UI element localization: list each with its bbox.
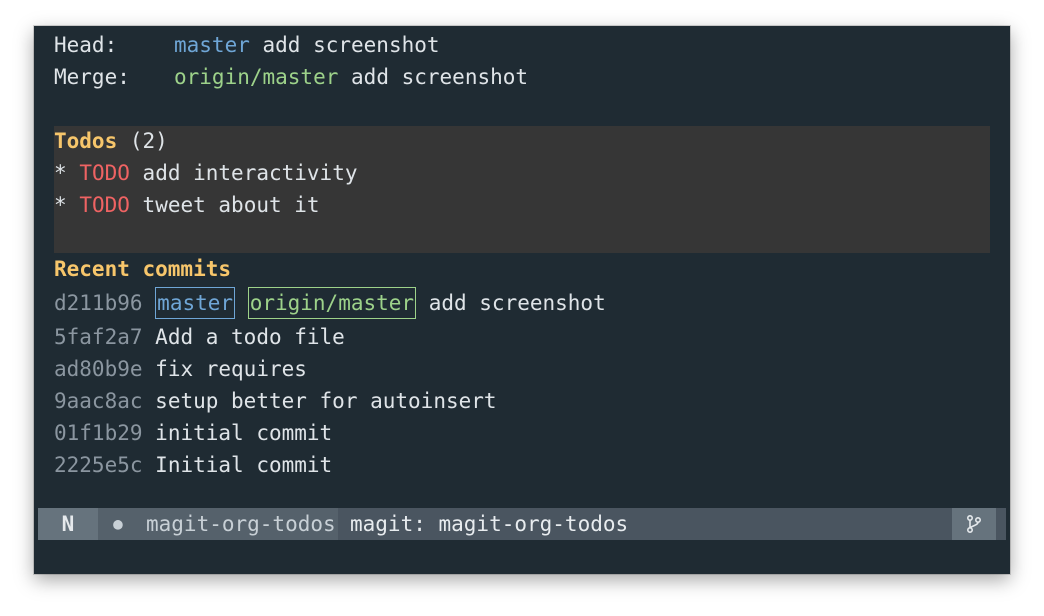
evil-state-indicator: N <box>38 508 98 540</box>
head-message: add screenshot <box>262 33 440 57</box>
mode-line: N ● magit-org-todos magit: magit-org-tod… <box>38 508 1006 540</box>
commit-hash[interactable]: 9aac8ac <box>54 389 143 413</box>
todo-keyword: TODO <box>79 193 130 217</box>
commit-row[interactable]: d211b96 master origin/master add screens… <box>54 287 606 319</box>
todos-title: Todos <box>54 129 118 153</box>
todo-bullet: * <box>54 161 67 185</box>
commit-message: fix requires <box>155 357 307 381</box>
commit-message: setup better for autoinsert <box>155 389 497 413</box>
magit-status-window: Head: master add screenshot Merge: origin/… <box>34 26 1010 574</box>
commit-row[interactable]: ad80b9e fix requires <box>54 353 307 385</box>
commit-message: initial commit <box>155 421 333 445</box>
commits-title: Recent commits <box>54 257 232 281</box>
todo-keyword: TODO <box>79 161 130 185</box>
merge-label: Merge: <box>54 65 130 89</box>
commit-hash[interactable]: 5faf2a7 <box>54 325 143 349</box>
project-name[interactable]: magit-org-todos <box>138 508 338 540</box>
commit-row[interactable]: 9aac8ac setup better for autoinsert <box>54 385 497 417</box>
commit-hash[interactable]: 2225e5c <box>54 453 143 477</box>
commits-heading[interactable]: Recent commits <box>54 253 231 285</box>
commit-hash[interactable]: ad80b9e <box>54 357 143 381</box>
commit-row[interactable]: 01f1b29 initial commit <box>54 417 332 449</box>
todos-heading[interactable]: Todos (2) <box>54 125 168 157</box>
modified-indicator: ● <box>98 508 138 540</box>
ref-remote-branch[interactable]: origin/master <box>247 287 417 319</box>
commit-message: Add a todo file <box>155 325 345 349</box>
commit-row[interactable]: 2225e5c Initial commit <box>54 449 332 481</box>
head-line: Head: master add screenshot <box>54 29 440 61</box>
todo-text: tweet about it <box>142 193 320 217</box>
commit-message: Initial commit <box>155 453 333 477</box>
git-branch-icon[interactable] <box>952 508 996 540</box>
commit-row[interactable]: 5faf2a7 Add a todo file <box>54 321 345 353</box>
todo-bullet: * <box>54 193 67 217</box>
todo-item[interactable]: * TODO tweet about it <box>54 189 320 221</box>
merge-message: add screenshot <box>351 65 529 89</box>
commit-message: add screenshot <box>428 291 606 315</box>
todo-text: add interactivity <box>142 161 358 185</box>
head-label: Head: <box>54 33 118 57</box>
buffer-name[interactable]: magit: magit-org-todos <box>342 508 628 540</box>
todo-item[interactable]: * TODO add interactivity <box>54 157 357 189</box>
commit-hash[interactable]: d211b96 <box>54 291 143 315</box>
commit-hash[interactable]: 01f1b29 <box>54 421 143 445</box>
merge-line: Merge: origin/master add screenshot <box>54 61 528 93</box>
todos-count: (2) <box>129 129 168 153</box>
head-branch[interactable]: master <box>174 33 250 57</box>
merge-branch[interactable]: origin/master <box>174 65 338 89</box>
ref-local-branch[interactable]: master <box>155 287 236 319</box>
